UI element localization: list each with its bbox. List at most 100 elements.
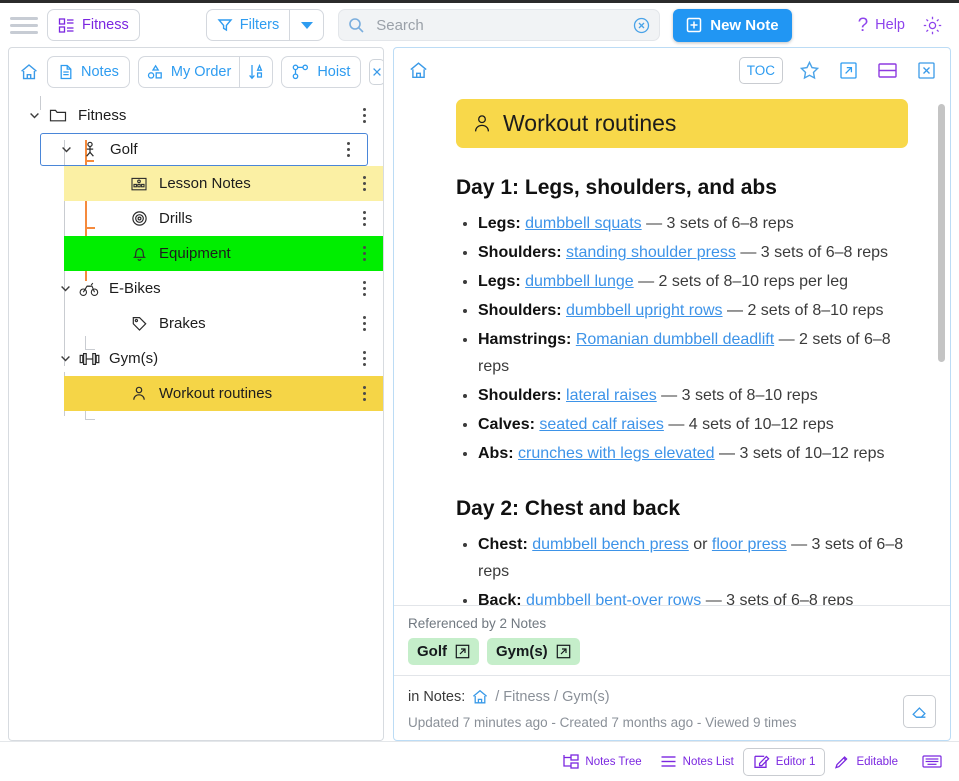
exercise-link[interactable]: crunches with legs elevated bbox=[518, 445, 715, 462]
vertical-scrollbar[interactable] bbox=[938, 104, 945, 362]
exercise-link[interactable]: standing shoulder press bbox=[566, 244, 736, 261]
split-pane-icon bbox=[877, 61, 898, 80]
list-item: Legs: dumbbell squats — 3 sets of 6–8 re… bbox=[478, 210, 908, 237]
sort-button[interactable] bbox=[239, 56, 274, 88]
row-menu-button[interactable] bbox=[359, 341, 370, 376]
sidebar-item-brakes[interactable]: Brakes bbox=[64, 306, 383, 341]
muscle-label: Hamstrings: bbox=[478, 331, 572, 348]
clear-formatting-button[interactable] bbox=[903, 695, 936, 728]
reference-chip-golf[interactable]: Golf bbox=[408, 638, 479, 665]
favorite-button[interactable] bbox=[796, 57, 822, 83]
row-menu-button[interactable] bbox=[359, 236, 370, 271]
muscle-label: Legs: bbox=[478, 215, 521, 232]
person-icon bbox=[77, 141, 103, 158]
exercise-link[interactable]: dumbbell upright rows bbox=[566, 302, 723, 319]
sidebar-item-label: Golf bbox=[110, 141, 138, 158]
sidebar-item-workout-routines[interactable]: Workout routines bbox=[64, 376, 383, 411]
sidebar-item-e-bikes[interactable]: E-Bikes bbox=[40, 271, 383, 306]
keyboard-button[interactable] bbox=[919, 749, 945, 775]
notes-button[interactable]: Notes bbox=[47, 56, 130, 88]
building-icon bbox=[126, 175, 152, 192]
list-item: Back: dumbbell bent-over rows — 3 sets o… bbox=[478, 587, 908, 605]
sidebar-item-drills[interactable]: Drills bbox=[64, 201, 383, 236]
editor-tab[interactable]: Editor 1 bbox=[742, 747, 826, 776]
workspace-button[interactable]: Fitness bbox=[47, 9, 140, 41]
editor-home-button[interactable] bbox=[405, 57, 431, 83]
reference-chip-label: Golf bbox=[417, 643, 447, 660]
sidebar-item-fitness[interactable]: Fitness bbox=[9, 98, 383, 133]
notes-list-toggle[interactable]: Notes List bbox=[651, 755, 743, 768]
new-note-label: New Note bbox=[710, 16, 779, 34]
row-menu-button[interactable] bbox=[359, 271, 370, 306]
editor-label: Editor 1 bbox=[775, 755, 816, 768]
note-editor-panel: TOC Workout routines Day 1: Legs, should… bbox=[393, 47, 951, 741]
toc-button[interactable]: TOC bbox=[738, 56, 783, 84]
home-icon bbox=[408, 60, 429, 81]
hamburger-icon[interactable] bbox=[10, 14, 38, 36]
settings-button[interactable] bbox=[919, 12, 945, 38]
exercise-link[interactable]: dumbbell squats bbox=[525, 215, 642, 232]
close-note-button[interactable] bbox=[913, 57, 939, 83]
exercise-link[interactable]: seated calf raises bbox=[539, 416, 664, 433]
hoist-button[interactable]: Hoist bbox=[281, 56, 362, 88]
editable-label: Editable bbox=[856, 755, 898, 768]
chevron-down-icon[interactable] bbox=[54, 352, 76, 365]
editor-toolbar: TOC bbox=[394, 48, 950, 92]
exercise-link[interactable]: dumbbell bent-over rows bbox=[526, 592, 701, 605]
pencil-square-icon bbox=[753, 753, 770, 770]
bell-icon bbox=[126, 245, 152, 262]
muscle-label: Back: bbox=[478, 592, 522, 605]
editable-toggle[interactable]: Editable bbox=[825, 754, 907, 770]
star-icon bbox=[799, 60, 820, 81]
search-input[interactable] bbox=[374, 15, 625, 35]
sidebar-item-equipment[interactable]: Equipment bbox=[64, 236, 383, 271]
chevron-down-icon[interactable] bbox=[55, 143, 77, 156]
exercise-link[interactable]: lateral raises bbox=[566, 387, 657, 404]
open-external-icon bbox=[556, 644, 571, 659]
chevron-down-icon[interactable] bbox=[23, 109, 45, 122]
person-icon bbox=[126, 385, 152, 402]
note-content: Day 1: Legs, shoulders, and abs Legs: du… bbox=[456, 148, 908, 605]
open-external-button[interactable] bbox=[835, 57, 861, 83]
notes-tree-toggle[interactable]: Notes Tree bbox=[553, 754, 650, 769]
detail-text: — 2 sets of 8–10 reps bbox=[727, 302, 884, 319]
shapes-icon bbox=[147, 64, 164, 81]
row-menu-button[interactable] bbox=[343, 134, 354, 165]
home-icon[interactable] bbox=[471, 688, 489, 706]
sidebar-home-button[interactable] bbox=[19, 59, 39, 85]
filters-button[interactable]: Filters bbox=[205, 9, 290, 41]
clear-search-icon[interactable] bbox=[633, 17, 650, 34]
row-menu-button[interactable] bbox=[359, 166, 370, 201]
row-menu-button[interactable] bbox=[359, 98, 370, 133]
sidebar-item-lesson-notes[interactable]: Lesson Notes bbox=[64, 166, 383, 201]
sidebar-close-button[interactable] bbox=[369, 59, 383, 85]
row-menu-button[interactable] bbox=[359, 306, 370, 341]
sidebar-item-golf[interactable]: Golf bbox=[40, 133, 368, 166]
breadcrumb-path[interactable]: / Fitness / Gym(s) bbox=[495, 689, 609, 705]
exercise-link[interactable]: floor press bbox=[712, 536, 787, 553]
help-button[interactable]: ? Help bbox=[858, 16, 905, 35]
note-scroll-area[interactable]: Workout routines Day 1: Legs, shoulders,… bbox=[394, 92, 950, 605]
new-note-button[interactable]: New Note bbox=[673, 8, 792, 42]
exercise-link[interactable]: dumbbell bench press bbox=[532, 536, 689, 553]
chevron-down-icon[interactable] bbox=[54, 282, 76, 295]
exercise-link[interactable]: dumbbell lunge bbox=[525, 273, 634, 290]
notes-label: Notes bbox=[81, 64, 119, 80]
row-menu-button[interactable] bbox=[359, 376, 370, 411]
split-pane-button[interactable] bbox=[874, 57, 900, 83]
search-box[interactable] bbox=[338, 9, 661, 41]
reference-chip-gyms[interactable]: Gym(s) bbox=[487, 638, 580, 665]
filters-dropdown-button[interactable] bbox=[289, 9, 325, 41]
exercise-list: Legs: dumbbell squats — 3 sets of 6–8 re… bbox=[456, 210, 908, 467]
hierarchy-icon bbox=[292, 64, 310, 80]
list-item: Hamstrings: Romanian dumbbell deadlift —… bbox=[478, 326, 908, 380]
filters-group: Filters bbox=[205, 9, 325, 41]
my-order-button[interactable]: My Order bbox=[137, 56, 240, 88]
reference-chip-label: Gym(s) bbox=[496, 643, 548, 660]
search-icon bbox=[348, 17, 365, 34]
row-menu-button[interactable] bbox=[359, 201, 370, 236]
sidebar-item-gyms[interactable]: Gym(s) bbox=[40, 341, 383, 376]
open-external-icon bbox=[839, 61, 858, 80]
note-title[interactable]: Workout routines bbox=[456, 99, 908, 148]
exercise-link[interactable]: Romanian dumbbell deadlift bbox=[576, 331, 774, 348]
